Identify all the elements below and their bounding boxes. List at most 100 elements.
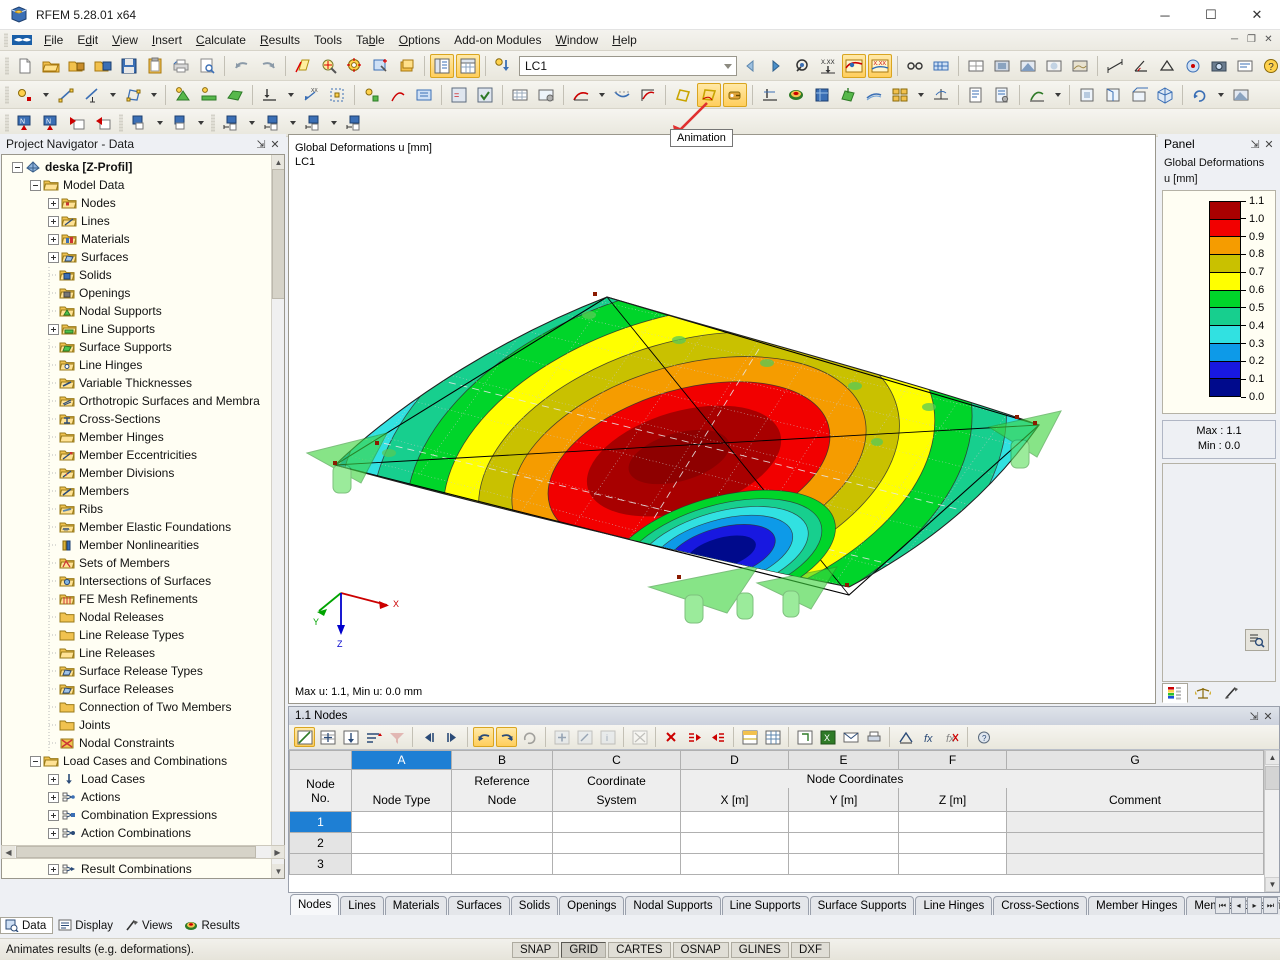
insert-surface-dropdown[interactable] bbox=[147, 83, 160, 107]
render-solid-button[interactable] bbox=[990, 54, 1014, 78]
column-header-G[interactable]: G bbox=[1006, 750, 1264, 770]
render-mode-button[interactable] bbox=[1229, 83, 1253, 107]
align-center-button[interactable] bbox=[260, 111, 284, 135]
new-button[interactable] bbox=[13, 54, 37, 78]
grid-scroll-thumb[interactable] bbox=[1265, 766, 1279, 790]
chart-results-dropdown[interactable] bbox=[1051, 83, 1064, 107]
chevron-down-icon[interactable] bbox=[724, 63, 732, 69]
table-pin-icon[interactable]: ⇲ bbox=[1247, 709, 1261, 723]
show-objects-button[interactable] bbox=[91, 111, 115, 135]
panel-layout-button[interactable] bbox=[888, 83, 912, 107]
mdi-minimize-button[interactable]: ─ bbox=[1227, 32, 1242, 47]
menu-insert[interactable]: Insert bbox=[145, 31, 189, 50]
line-load-button[interactable]: XX bbox=[299, 83, 323, 107]
tree-expand-icon[interactable] bbox=[48, 197, 59, 209]
view-top-button[interactable] bbox=[1127, 83, 1151, 107]
tree-item-members[interactable]: Members bbox=[2, 482, 284, 500]
next-load-case-button[interactable] bbox=[764, 54, 788, 78]
results-on-surfaces-button[interactable] bbox=[836, 83, 860, 107]
grid-vertical-scrollbar[interactable]: ▲ ▼ bbox=[1264, 750, 1279, 892]
save-button[interactable] bbox=[117, 54, 141, 78]
panel-pin-icon[interactable]: ⇲ bbox=[1248, 137, 1262, 151]
sheet-tab-surfaces[interactable]: Surfaces bbox=[448, 896, 510, 915]
scroll-down-icon[interactable]: ▼ bbox=[272, 864, 284, 878]
undo-button[interactable] bbox=[230, 54, 254, 78]
tree-item-sets-of-members[interactable]: Sets of Members bbox=[2, 554, 284, 572]
tree-item-nodal-constraints[interactable]: Nodal Constraints bbox=[2, 734, 284, 752]
align-left-button[interactable] bbox=[219, 111, 243, 135]
sheet-last-button[interactable]: ⏭ bbox=[1263, 897, 1278, 914]
tree-item-solids[interactable]: Solids bbox=[2, 266, 284, 284]
close-button[interactable]: ✕ bbox=[1234, 0, 1280, 30]
workplane-xz-button[interactable] bbox=[168, 111, 192, 135]
table-export-excel-button[interactable]: X bbox=[817, 727, 838, 747]
cell-G1[interactable] bbox=[1006, 811, 1264, 833]
navigator-pin-icon[interactable]: ⇲ bbox=[254, 137, 268, 151]
sheet-tab-line-supports[interactable]: Line Supports bbox=[721, 896, 809, 915]
tree-item-load-cases[interactable]: Load Cases bbox=[2, 770, 284, 788]
toolbar-grip[interactable] bbox=[5, 85, 9, 104]
view-iso-button[interactable] bbox=[1153, 83, 1177, 107]
tree-collapse-icon[interactable] bbox=[30, 755, 41, 767]
tree-item-action-combinations[interactable]: Action Combinations bbox=[2, 824, 284, 842]
result-type-button[interactable] bbox=[569, 83, 593, 107]
cell-D2[interactable] bbox=[680, 832, 789, 854]
color-scale-button[interactable] bbox=[784, 83, 808, 107]
tree-item-intersections-of-surfaces[interactable]: Intersections of Surfaces bbox=[2, 572, 284, 590]
status-toggle-grid[interactable]: GRID bbox=[561, 941, 607, 958]
column-header-D[interactable]: D bbox=[680, 750, 789, 770]
print-view-button[interactable] bbox=[1233, 54, 1257, 78]
cell-C3[interactable] bbox=[552, 853, 681, 875]
tree-item-surface-supports[interactable]: Surface Supports bbox=[2, 338, 284, 356]
support-reactions-button[interactable] bbox=[758, 83, 782, 107]
workplane-xz-dropdown[interactable] bbox=[194, 111, 207, 135]
view-rotate-dropdown[interactable] bbox=[1214, 83, 1227, 107]
scroll-right-icon[interactable]: ▶ bbox=[271, 846, 284, 858]
fe-mesh-button[interactable] bbox=[508, 83, 532, 107]
sheet-tab-solids[interactable]: Solids bbox=[510, 896, 559, 915]
cell-D1[interactable] bbox=[680, 811, 789, 833]
view-side-button[interactable] bbox=[1101, 83, 1125, 107]
tree-item-orthotropic-surfaces-and-membra[interactable]: Orthotropic Surfaces and Membra bbox=[2, 392, 284, 410]
help-context-button[interactable]: ? bbox=[1259, 54, 1280, 78]
cell-F3[interactable] bbox=[898, 853, 1007, 875]
panel-zoom-scale-button[interactable] bbox=[1245, 629, 1269, 651]
table-settings-button[interactable] bbox=[895, 727, 916, 747]
table-row[interactable]: 2 bbox=[289, 832, 1264, 854]
table-redo-button[interactable] bbox=[496, 727, 517, 747]
measure-distance-button[interactable] bbox=[1103, 54, 1127, 78]
sheet-tab-nodes[interactable]: Nodes bbox=[290, 894, 340, 915]
printout-settings-button[interactable] bbox=[990, 83, 1014, 107]
panel-tab-factors[interactable] bbox=[1190, 683, 1216, 703]
row-header-1[interactable]: 1 bbox=[289, 811, 352, 833]
column-header-C[interactable]: C bbox=[552, 750, 681, 770]
open-project-button[interactable] bbox=[65, 54, 89, 78]
mesh-settings-button[interactable] bbox=[929, 54, 953, 78]
tree-expand-icon[interactable] bbox=[48, 791, 59, 803]
tree-collapse-icon[interactable] bbox=[30, 179, 41, 191]
tree-item-member-divisions[interactable]: Member Divisions bbox=[2, 464, 284, 482]
table-edit-button[interactable] bbox=[574, 727, 595, 747]
table-add-button[interactable] bbox=[551, 727, 572, 747]
scroll-left-icon[interactable]: ◀ bbox=[2, 846, 15, 858]
table-refresh-button[interactable] bbox=[519, 727, 540, 747]
measure-angle-button[interactable] bbox=[1129, 54, 1153, 78]
menu-view[interactable]: View bbox=[105, 31, 145, 50]
tree-item-actions[interactable]: Actions bbox=[2, 788, 284, 806]
menu-grip[interactable] bbox=[4, 33, 8, 47]
row-header-2[interactable]: 2 bbox=[289, 832, 352, 854]
workplane-xy-dropdown[interactable] bbox=[153, 111, 166, 135]
free-load-button[interactable] bbox=[360, 83, 384, 107]
menu-results[interactable]: Results bbox=[253, 31, 307, 50]
table-row[interactable]: 1 bbox=[289, 811, 1264, 833]
menu-options[interactable]: Options bbox=[392, 31, 447, 50]
chart-results-button[interactable] bbox=[1025, 83, 1049, 107]
tree-item-line-hinges[interactable]: Line Hinges bbox=[2, 356, 284, 374]
color-legend[interactable]: 1.1 1.0 0.9 0.8 0.7 0.6 0.5 0.4 0.3 0.2 0.1 0.0 bbox=[1162, 190, 1276, 414]
toolbar-grip[interactable] bbox=[5, 113, 9, 132]
corner-header[interactable] bbox=[289, 750, 352, 770]
tree-item-member-hinges[interactable]: Member Hinges bbox=[2, 428, 284, 446]
table-undo-button[interactable] bbox=[473, 727, 494, 747]
panel-tab-filter[interactable] bbox=[1218, 683, 1244, 703]
mdi-close-button[interactable]: ✕ bbox=[1261, 32, 1276, 47]
